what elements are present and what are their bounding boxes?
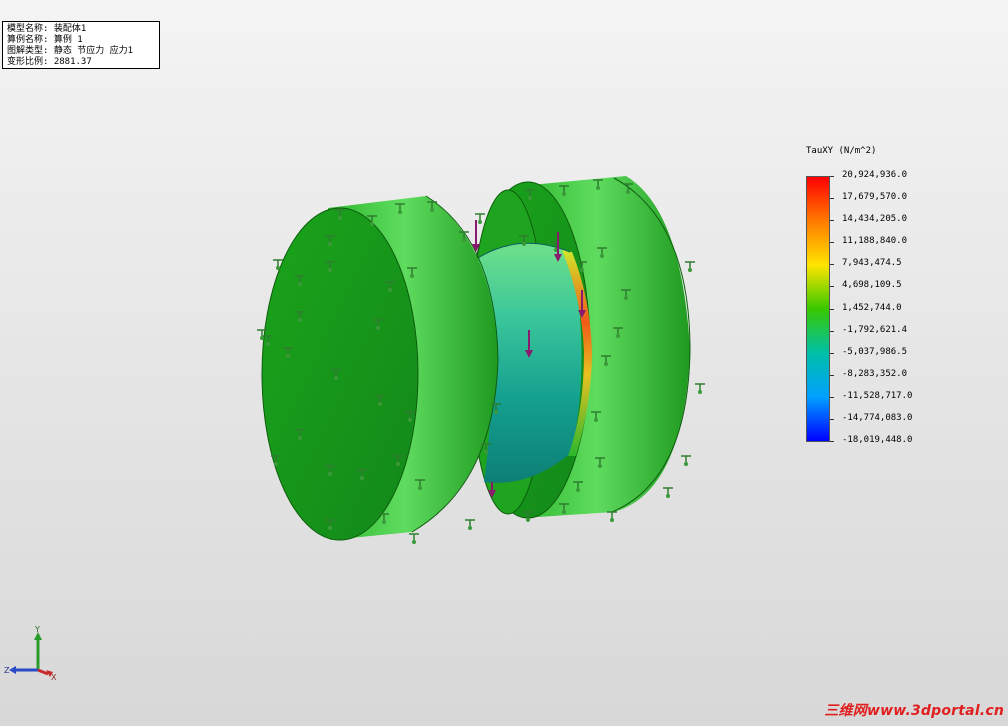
- legend-tick-mark: [830, 330, 834, 332]
- legend-tick-label: -11,528,717.0: [842, 390, 913, 401]
- legend-tick-mark: [830, 374, 834, 376]
- legend-title: TauXY (N/m^2): [806, 146, 877, 156]
- fixture-pin: [465, 519, 475, 530]
- fixture-pin: [685, 261, 695, 272]
- legend-color-bar: [806, 176, 830, 442]
- legend-tick-mark: [830, 418, 834, 420]
- triad-z-label: Z: [4, 666, 10, 675]
- fixture-pin: [607, 511, 617, 522]
- legend-tick-label: 4,698,109.5: [842, 280, 902, 291]
- legend-tick-label: 17,679,570.0: [842, 192, 908, 203]
- legend-tick-mark: [830, 308, 834, 310]
- legend-tick-label: -8,283,352.0: [842, 368, 908, 379]
- legend-tick-mark: [830, 441, 834, 442]
- legend-tick-label: -18,019,448.0: [842, 435, 913, 445]
- legend-tick-mark: [830, 264, 834, 266]
- fixture-pin: [695, 383, 705, 394]
- triad-x-label: X: [51, 673, 57, 682]
- triad-y-label: Y: [34, 625, 40, 634]
- orientation-triad[interactable]: Y Z X: [0, 624, 70, 684]
- left-disc-face: [261, 207, 419, 541]
- fixture-pin: [681, 455, 691, 466]
- legend-tick-mark: [830, 220, 834, 222]
- left-disc[interactable]: [261, 195, 499, 541]
- legend-tick-label: 20,924,936.0: [842, 170, 908, 180]
- legend-tick-mark: [830, 176, 834, 177]
- legend-tick-mark: [830, 242, 834, 244]
- legend-tick-mark: [830, 198, 834, 200]
- triad-y-axis: [34, 632, 42, 670]
- triad-z-axis: [9, 666, 38, 674]
- legend-tick-label: 1,452,744.0: [842, 302, 902, 313]
- legend-tick-mark: [830, 396, 834, 398]
- legend-tick-label: -5,037,986.5: [842, 346, 908, 357]
- fixture-pin: [409, 533, 419, 544]
- legend-tick-label: 7,943,474.5: [842, 258, 902, 269]
- fixture-pin: [663, 487, 673, 498]
- model-viewport[interactable]: [0, 0, 1008, 726]
- legend-tick-label: 11,188,840.0: [842, 236, 908, 247]
- legend-tick-label: -1,792,621.4: [842, 324, 908, 335]
- legend-tick-label: -14,774,083.0: [842, 412, 913, 423]
- legend-tick-label: 14,434,205.0: [842, 214, 908, 225]
- legend-tick-mark: [830, 352, 834, 354]
- watermark-text: 三维网www.3dportal.cn: [824, 703, 1004, 719]
- legend-tick-mark: [830, 286, 834, 288]
